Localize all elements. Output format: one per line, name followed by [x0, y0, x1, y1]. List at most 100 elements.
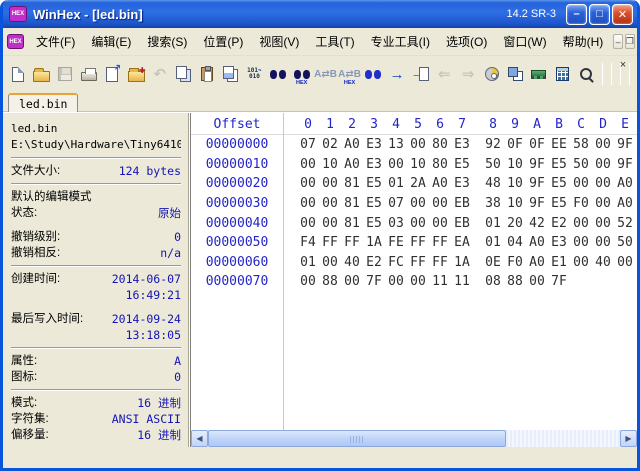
- hex-byte-cell[interactable]: 10: [504, 176, 526, 191]
- menu-item-6[interactable]: 专业工具(I): [363, 29, 438, 54]
- hex-byte-cell[interactable]: 00: [614, 255, 636, 270]
- hex-byte-cell[interactable]: 01: [482, 216, 504, 231]
- hex-byte-cell[interactable]: 00: [407, 137, 429, 152]
- hex-byte-cell[interactable]: 00: [319, 255, 341, 270]
- hex-byte-cell[interactable]: FF: [319, 235, 341, 250]
- scrollbar-track[interactable]: [208, 430, 620, 447]
- hex-byte-cell[interactable]: 07: [385, 196, 407, 211]
- hex-byte-cell[interactable]: 20: [504, 216, 526, 231]
- hex-byte-cell[interactable]: 00: [570, 216, 592, 231]
- hex-byte-cell[interactable]: 00: [570, 235, 592, 250]
- hex-byte-cell[interactable]: FF: [429, 235, 451, 250]
- hex-byte-cell[interactable]: F0: [570, 196, 592, 211]
- hex-byte-cell[interactable]: FF: [407, 255, 429, 270]
- hex-byte-cell[interactable]: 01: [482, 235, 504, 250]
- replace-hex-button[interactable]: A⇄B HEX: [338, 62, 362, 86]
- goto-button[interactable]: →: [385, 62, 409, 86]
- menu-item-8[interactable]: 窗口(W): [495, 29, 554, 54]
- hex-byte-cell[interactable]: 80: [429, 137, 451, 152]
- scroll-right-button[interactable]: ▶: [620, 430, 637, 447]
- menu-item-7[interactable]: 选项(O): [438, 29, 495, 54]
- hex-byte-cell[interactable]: E3: [363, 157, 385, 172]
- hex-byte-cell[interactable]: 00: [385, 274, 407, 289]
- hex-byte-cell[interactable]: 00: [385, 157, 407, 172]
- hex-byte-cell[interactable]: 00: [592, 176, 614, 191]
- find-hex-button[interactable]: HEX: [290, 62, 314, 86]
- hex-byte-cell[interactable]: E3: [548, 235, 570, 250]
- hex-byte-cell[interactable]: 00: [319, 216, 341, 231]
- hex-byte-cell[interactable]: 10: [504, 196, 526, 211]
- hex-byte-cell[interactable]: A0: [341, 157, 363, 172]
- scroll-left-button[interactable]: ◀: [191, 430, 208, 447]
- hex-byte-cell[interactable]: 00: [407, 196, 429, 211]
- tab-led-bin[interactable]: led.bin: [8, 93, 79, 112]
- hex-byte-cell[interactable]: 00: [570, 176, 592, 191]
- paste-button[interactable]: [195, 62, 219, 86]
- hex-byte-cell[interactable]: FF: [341, 235, 363, 250]
- hex-byte-cell[interactable]: F4: [297, 235, 319, 250]
- open-disk-button[interactable]: [480, 62, 504, 86]
- hex-byte-cell[interactable]: 02: [319, 137, 341, 152]
- hex-byte-cell[interactable]: EA: [451, 235, 473, 250]
- hex-editor-area[interactable]: Offset 0123456789ABCDE 00000000 07 02 A0 E3 1…: [190, 113, 637, 430]
- hex-byte-cell[interactable]: 00: [297, 196, 319, 211]
- hex-byte-cell[interactable]: A0: [614, 176, 636, 191]
- hex-byte-cell[interactable]: E5: [363, 176, 385, 191]
- hex-byte-cell[interactable]: 00: [592, 216, 614, 231]
- hex-byte-cell[interactable]: 1A: [363, 235, 385, 250]
- hex-byte-cell[interactable]: 11: [451, 274, 473, 289]
- calculator-button[interactable]: [551, 62, 575, 86]
- hex-byte-cell[interactable]: 03: [385, 216, 407, 231]
- hex-byte-cell[interactable]: 00: [592, 137, 614, 152]
- hex-byte-cell[interactable]: 0F: [504, 137, 526, 152]
- hex-byte-cell[interactable]: 58: [570, 137, 592, 152]
- hex-byte-cell[interactable]: 9F: [526, 196, 548, 211]
- hex-byte-cell[interactable]: 00: [592, 235, 614, 250]
- hex-byte-cell[interactable]: 00: [407, 274, 429, 289]
- hex-byte-cell[interactable]: EB: [451, 196, 473, 211]
- binary-convert-button[interactable]: 101↷ 010: [243, 62, 267, 86]
- hex-byte-cell[interactable]: 01: [385, 176, 407, 191]
- hex-byte-cell[interactable]: 1A: [451, 255, 473, 270]
- hex-byte-cell[interactable]: 01: [297, 255, 319, 270]
- print-button[interactable]: [77, 62, 101, 86]
- hex-byte-cell[interactable]: 80: [429, 157, 451, 172]
- hex-byte-cell[interactable]: 2A: [407, 176, 429, 191]
- hex-byte-cell[interactable]: 40: [341, 255, 363, 270]
- hex-byte-cell[interactable]: 81: [341, 176, 363, 191]
- menu-item-1[interactable]: 编辑(E): [83, 29, 139, 54]
- hex-byte-cell[interactable]: 00: [297, 216, 319, 231]
- menu-item-9[interactable]: 帮助(H): [555, 29, 612, 54]
- menu-item-2[interactable]: 搜索(S): [139, 29, 195, 54]
- hex-byte-cell[interactable]: 50: [482, 157, 504, 172]
- hex-byte-cell[interactable]: E2: [548, 216, 570, 231]
- hex-byte-cell[interactable]: 0F: [526, 137, 548, 152]
- hex-byte-cell[interactable]: 88: [319, 274, 341, 289]
- hex-byte-cell[interactable]: E5: [548, 157, 570, 172]
- hex-byte-cell[interactable]: 0E: [482, 255, 504, 270]
- magnifier-button[interactable]: [574, 62, 598, 86]
- hex-byte-cell[interactable]: 00: [592, 196, 614, 211]
- hex-byte-cell[interactable]: 08: [482, 274, 504, 289]
- hex-byte-cell[interactable]: 00: [297, 157, 319, 172]
- hex-byte-cell[interactable]: 07: [297, 137, 319, 152]
- menu-item-5[interactable]: 工具(T): [307, 29, 362, 54]
- hex-byte-cell[interactable]: E2: [363, 255, 385, 270]
- hex-byte-cell[interactable]: A0: [526, 235, 548, 250]
- hex-byte-cell[interactable]: E5: [363, 216, 385, 231]
- goto-offset-button[interactable]: [409, 62, 433, 86]
- scrollbar-thumb[interactable]: [208, 430, 506, 447]
- new-file-button[interactable]: [6, 62, 30, 86]
- hex-byte-cell[interactable]: 40: [592, 255, 614, 270]
- document-icon[interactable]: HEX: [7, 34, 24, 49]
- minimize-button[interactable]: –: [566, 3, 587, 25]
- hex-byte-cell[interactable]: 10: [504, 157, 526, 172]
- app-icon[interactable]: HEX: [9, 6, 27, 22]
- hex-byte-cell[interactable]: 42: [526, 216, 548, 231]
- open-folder-button[interactable]: [30, 62, 54, 86]
- hex-byte-cell[interactable]: E5: [548, 196, 570, 211]
- hex-byte-cell[interactable]: FC: [385, 255, 407, 270]
- hex-byte-cell[interactable]: 9F: [614, 137, 636, 152]
- hex-byte-cell[interactable]: 7F: [363, 274, 385, 289]
- hex-byte-cell[interactable]: 9F: [614, 157, 636, 172]
